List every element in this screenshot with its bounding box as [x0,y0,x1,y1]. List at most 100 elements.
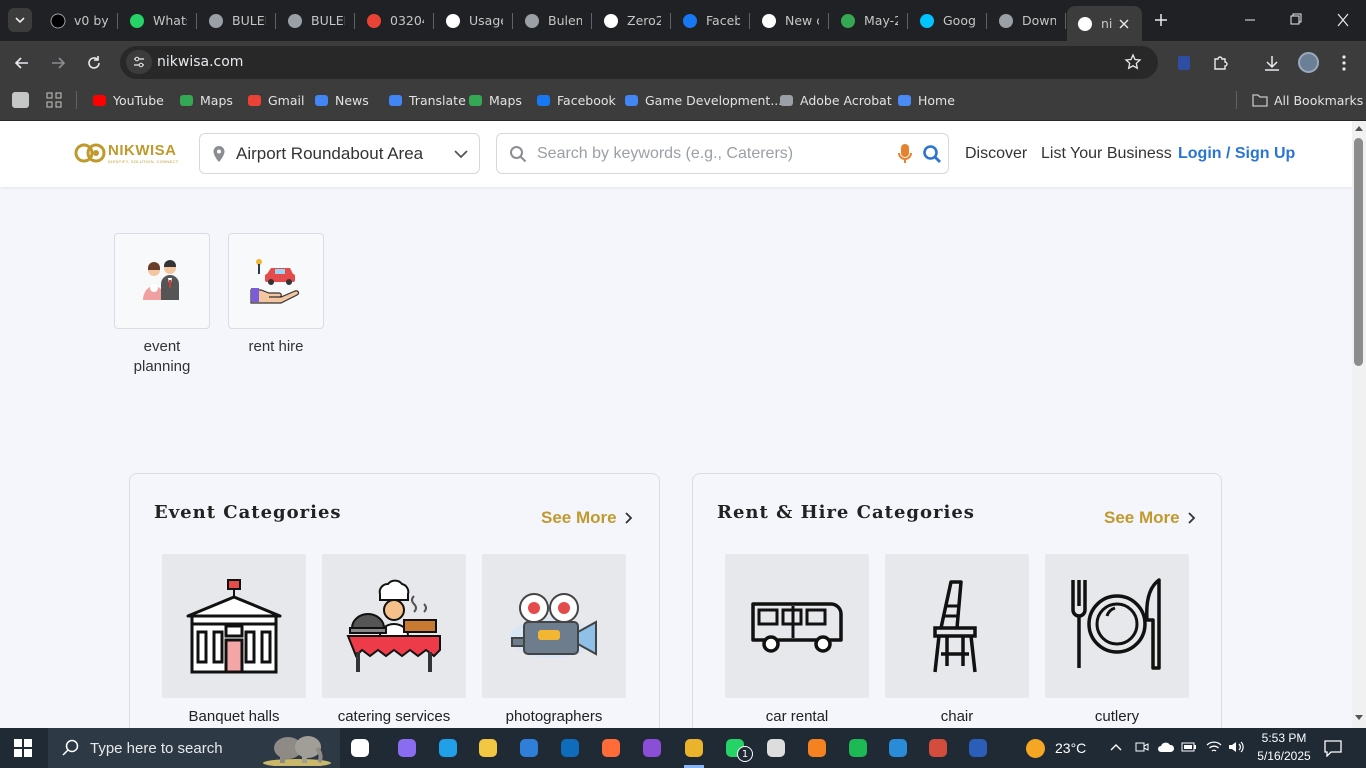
category-catering-services[interactable] [322,554,466,698]
browser-tab[interactable]: May-2 [830,8,902,33]
nav-list-business[interactable]: List Your Business [1041,145,1172,163]
quick-link-rent-hire[interactable] [228,233,324,329]
scroll-down-icon[interactable] [1355,715,1363,721]
minimize-button[interactable] [1240,13,1260,27]
taskbar-search[interactable]: Type here to search [48,728,340,768]
tab-title: 03204 [390,13,424,28]
bookmark-item[interactable]: Adobe Acrobat [778,91,892,109]
bookmark-item[interactable]: Gmail [246,91,304,109]
extension-button[interactable] [1175,54,1193,72]
browser-tab[interactable]: Usage [435,8,507,33]
browser-tab[interactable]: ni [1067,6,1142,41]
tray-overflow-button[interactable] [1110,741,1122,753]
scrollbar-thumb[interactable] [1354,138,1363,366]
reload-button[interactable] [85,54,103,72]
category-banquet-halls[interactable] [162,554,306,698]
quick-link-label: rent hire [248,338,304,355]
vscode-icon[interactable] [886,736,910,760]
scroll-up-icon[interactable] [1355,125,1363,131]
location-selector[interactable]: Airport Roundabout Area [199,133,480,174]
new-tab-button[interactable] [1151,10,1171,30]
extensions-button[interactable] [1211,53,1231,73]
site-logo[interactable]: NIKWISA IDENTIFY, SOLUTION, CONNECT [74,141,178,165]
extension-icon [1178,56,1190,70]
browser-tab[interactable]: 03204 [356,8,428,33]
chrome-icon[interactable] [682,736,706,760]
restore-button[interactable] [1286,13,1306,27]
bookmark-item[interactable]: Maps [178,91,233,109]
rent-see-more-link[interactable]: See More [1104,508,1196,528]
browser-tab[interactable]: Faceb [672,8,744,33]
browser-tab[interactable]: v0 by [40,8,112,33]
chrome-profile-icon[interactable] [926,736,950,760]
downloads-button[interactable] [1262,53,1282,73]
bookmark-item[interactable]: News [313,91,369,109]
github-desktop-icon[interactable] [640,736,664,760]
taskbar-search-placeholder: Type here to search [90,739,223,757]
spotify-icon[interactable] [846,736,870,760]
bookmark-item[interactable]: Game Development... [623,91,782,109]
clock-date[interactable]: 5/16/2025 [1254,749,1314,763]
all-bookmarks[interactable]: All Bookmarks [1252,91,1363,109]
battery-icon[interactable] [1181,741,1197,753]
bookmark-item[interactable]: Translate [387,91,466,109]
browser-tab[interactable]: Zero2 [593,8,665,33]
category-car-rental[interactable] [725,554,869,698]
browser-tab[interactable]: BULEM [277,8,349,33]
volume-icon[interactable] [1228,740,1246,754]
address-bar[interactable]: nikwisa.com [120,46,1158,79]
browser-tab[interactable]: Whats [119,8,191,33]
wifi-icon[interactable] [1206,740,1222,754]
event-see-more-link[interactable]: See More [541,508,633,528]
edge-icon[interactable] [436,736,460,760]
search-input[interactable] [537,144,877,163]
back-button[interactable] [13,54,31,72]
start-button[interactable] [14,739,32,757]
microsoft-store-icon[interactable] [517,736,541,760]
browser-tab[interactable]: Bulem [514,8,586,33]
nav-discover[interactable]: Discover [965,145,1027,163]
word-icon[interactable] [966,736,990,760]
browser-tab[interactable]: BULEM [198,8,270,33]
bookmark-item[interactable]: Maps [467,91,522,109]
weather-sun-icon[interactable] [1026,739,1045,758]
close-window-button[interactable] [1333,13,1353,27]
microphone-icon[interactable] [897,143,913,165]
weather-temperature[interactable]: 23°C [1055,740,1086,756]
site-info-button[interactable] [126,50,152,74]
task-view-icon[interactable] [348,736,372,760]
tab-search-button[interactable] [8,8,32,32]
tab-separator [1065,13,1066,29]
notifications-button[interactable] [1324,739,1342,757]
close-tab-icon[interactable] [1119,19,1129,29]
bookmark-item[interactable]: YouTube [91,91,164,109]
settings-icon[interactable] [764,736,788,760]
forward-button[interactable] [49,54,67,72]
tab-separator [591,13,592,29]
file-explorer-icon[interactable] [476,736,500,760]
bookmark-item[interactable]: Home [896,91,955,109]
search-submit-icon[interactable] [922,144,942,164]
quick-link-event-planning[interactable] [114,233,210,329]
bookmark-item[interactable]: Facebook [535,91,616,109]
copilot-icon[interactable] [395,736,419,760]
profile-avatar[interactable] [1298,52,1319,73]
clock-time[interactable]: 5:53 PM [1259,731,1309,745]
nav-login-signup[interactable]: Login / Sign Up [1178,145,1295,163]
browser-tab[interactable]: New c [751,8,823,33]
onedrive-icon[interactable] [1157,741,1175,753]
vlc-icon[interactable] [805,736,829,760]
category-cutlery[interactable] [1045,554,1189,698]
category-chair[interactable] [885,554,1029,698]
browser-tab[interactable]: Down [988,8,1060,33]
apps-window-icon[interactable] [12,92,29,108]
apps-grid-button[interactable] [46,92,62,108]
browser-tab[interactable]: Googl [909,8,981,33]
outlook-icon[interactable] [558,736,582,760]
menu-button[interactable] [1337,53,1351,73]
url-text: nikwisa.com [157,54,244,70]
meet-now-icon[interactable] [1135,740,1149,754]
postman-icon[interactable] [599,736,623,760]
bookmark-star-button[interactable] [1124,53,1142,71]
category-photographers[interactable] [482,554,626,698]
